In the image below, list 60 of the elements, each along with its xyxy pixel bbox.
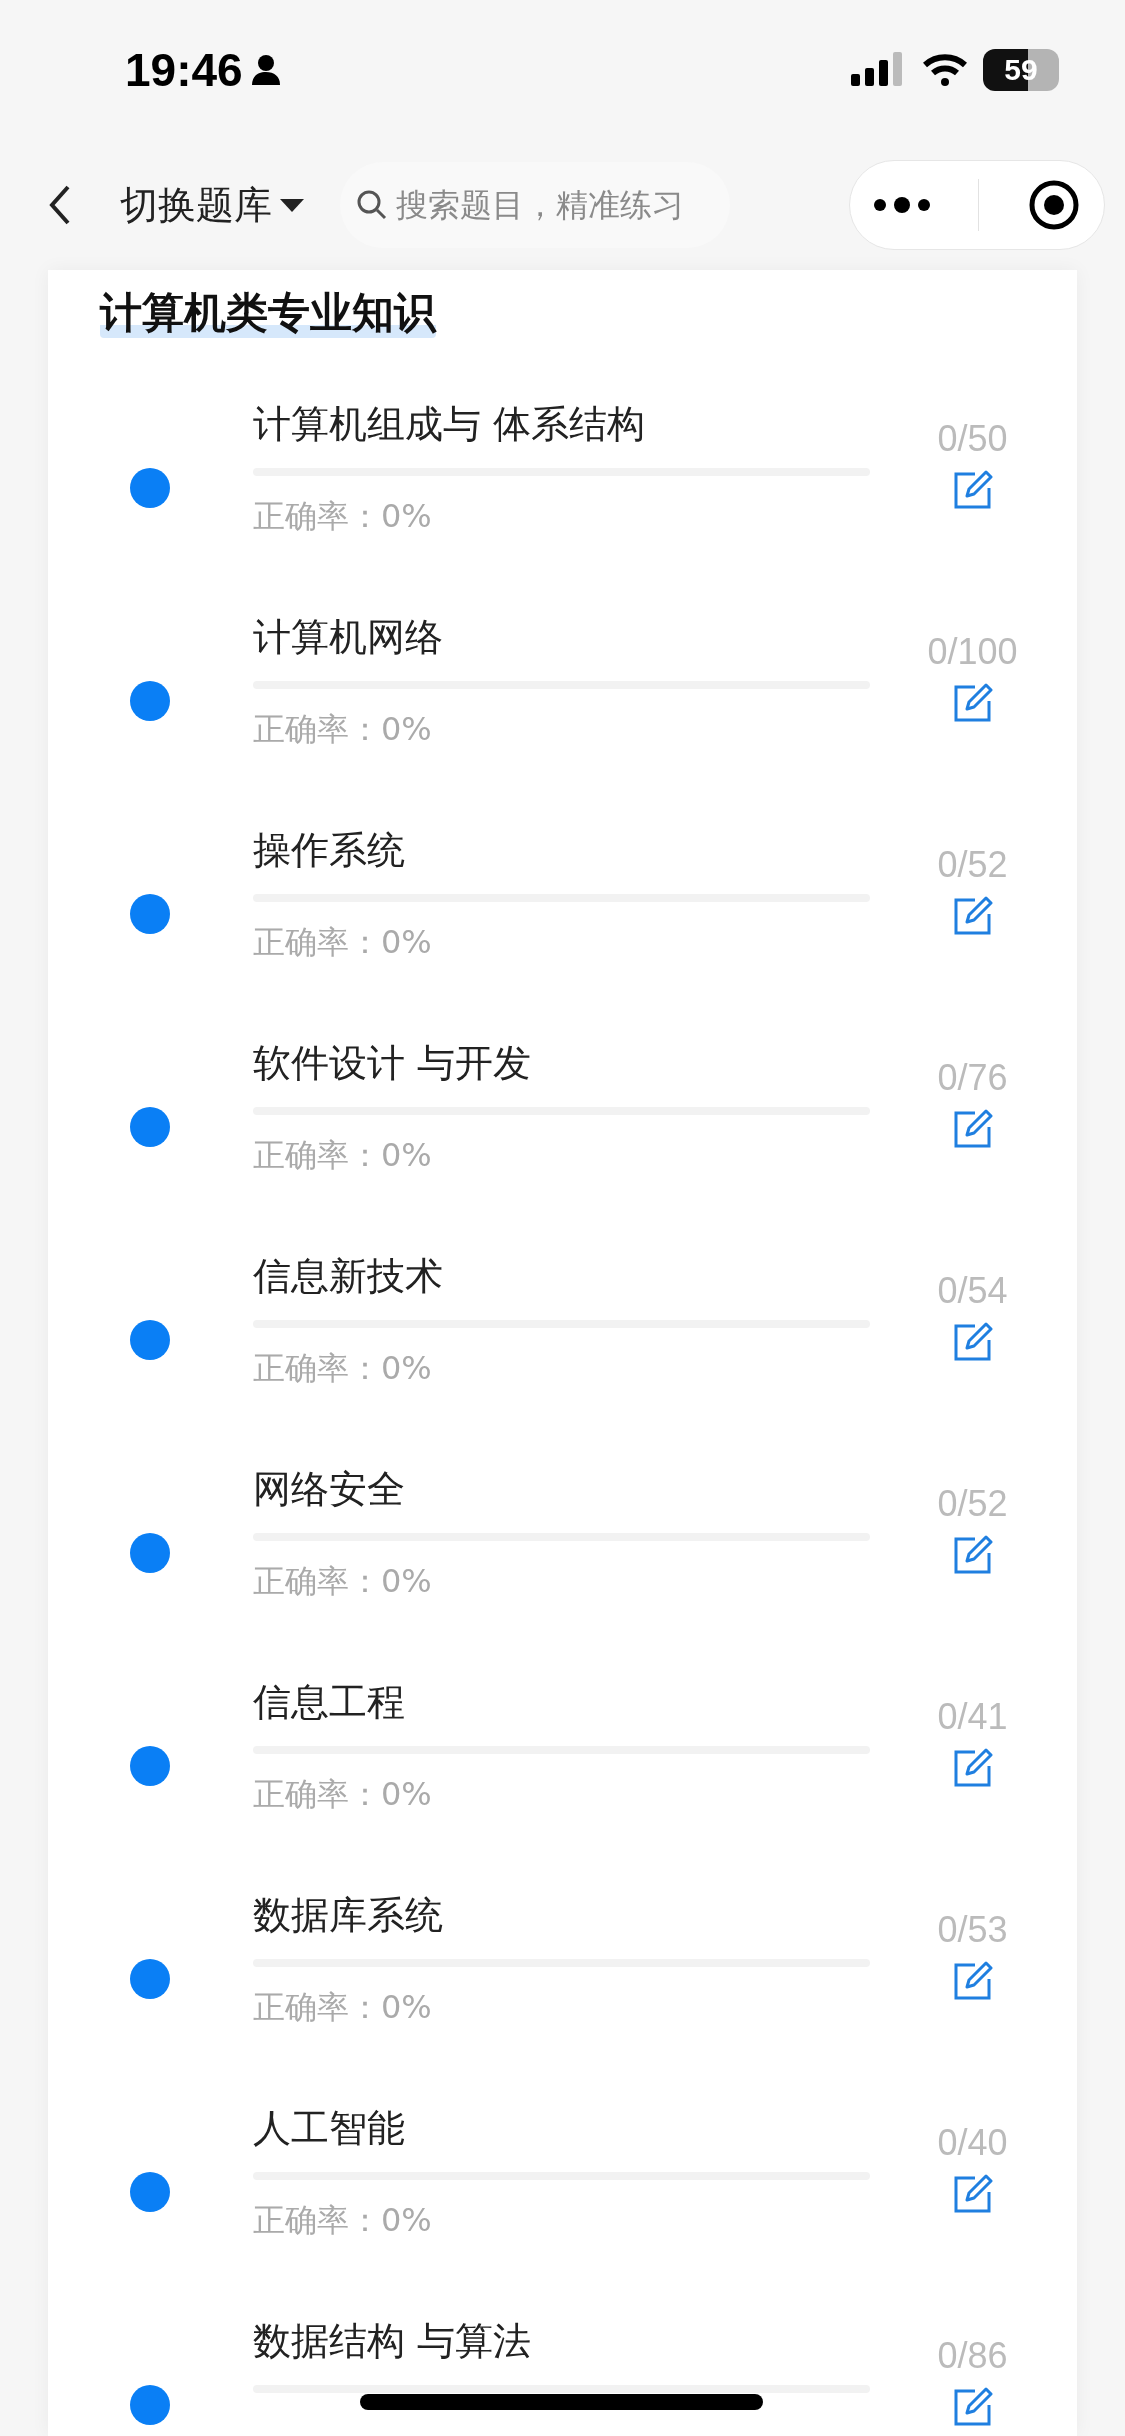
switch-label[interactable]: 切换题库: [120, 176, 272, 234]
back-icon[interactable]: [48, 185, 72, 225]
bullet-dot: [130, 1959, 170, 1999]
search-field[interactable]: 搜索题目，精准练习: [396, 181, 716, 229]
search-icon: [356, 189, 388, 221]
accuracy-text: 正确率：0%: [253, 1561, 433, 1601]
progress-count: 0/86: [937, 2334, 1008, 2378]
more-icon[interactable]: [874, 197, 931, 213]
progress-count: 0/53: [937, 1908, 1008, 1952]
section-title: 计算机类专业知识: [100, 288, 436, 338]
progress-count: 0/100: [927, 630, 1018, 674]
accuracy-text: 正确率：0%: [253, 1774, 433, 1814]
edit-icon[interactable]: [952, 2387, 993, 2427]
edit-icon[interactable]: [952, 1109, 993, 1149]
progress-count: 0/41: [937, 1695, 1008, 1739]
progress-count: 0/52: [937, 1482, 1008, 1526]
accuracy-text: 正确率：0%: [253, 1348, 433, 1388]
edit-icon[interactable]: [952, 1748, 993, 1788]
topic-title[interactable]: 网络安全: [253, 1465, 870, 1513]
progress-count: 0/76: [937, 1056, 1008, 1100]
caret-icon[interactable]: [280, 197, 304, 213]
topic-title[interactable]: 信息工程: [253, 1678, 870, 1726]
accuracy-text: 正确率：0%: [253, 1135, 433, 1175]
bullet-dot: [130, 468, 170, 508]
accuracy-text: 正确率：0%: [253, 2200, 433, 2240]
progress-count: 0/50: [937, 417, 1008, 461]
accuracy-text: 正确率：0%: [253, 496, 433, 536]
target-icon[interactable]: [1027, 179, 1080, 231]
edit-icon[interactable]: [952, 1535, 993, 1575]
bullet-dot: [130, 2385, 170, 2425]
edit-icon[interactable]: [952, 470, 993, 510]
topic-title[interactable]: 操作系统: [253, 826, 870, 874]
accuracy-text: 正确率：0%: [253, 922, 433, 962]
bullet-dot: [130, 681, 170, 721]
progress-count: 0/40: [937, 2121, 1008, 2165]
topic-title[interactable]: 软件设计 与开发: [253, 1039, 870, 1087]
accuracy-text: 正确率：0%: [253, 709, 433, 749]
topic-title[interactable]: 人工智能: [253, 2104, 870, 2152]
bullet-dot: [130, 1533, 170, 1573]
progress-count: 0/52: [937, 843, 1008, 887]
edit-icon[interactable]: [952, 683, 993, 723]
edit-icon[interactable]: [952, 1322, 993, 1362]
person-icon: [250, 54, 281, 86]
bullet-dot: [130, 894, 170, 934]
topic-title[interactable]: 计算机组成与 体系结构: [253, 400, 870, 448]
bullet-dot: [130, 1320, 170, 1360]
topic-title[interactable]: 计算机网络: [253, 613, 870, 661]
edit-icon[interactable]: [952, 1961, 993, 2001]
bullet-dot: [130, 1746, 170, 1786]
edit-icon[interactable]: [952, 896, 993, 936]
progress-count: 0/54: [937, 1269, 1008, 1313]
accuracy-text: 正确率：0%: [253, 1987, 433, 2027]
topic-title[interactable]: 数据结构 与算法: [253, 2317, 870, 2365]
wifi-icon: [923, 53, 967, 87]
topic-title[interactable]: 数据库系统: [253, 1891, 870, 1939]
bullet-dot: [130, 2172, 170, 2212]
bullet-dot: [130, 1107, 170, 1147]
edit-icon[interactable]: [952, 2174, 993, 2214]
status-time: 19:46: [125, 42, 243, 98]
topic-title[interactable]: 信息新技术: [253, 1252, 870, 1300]
